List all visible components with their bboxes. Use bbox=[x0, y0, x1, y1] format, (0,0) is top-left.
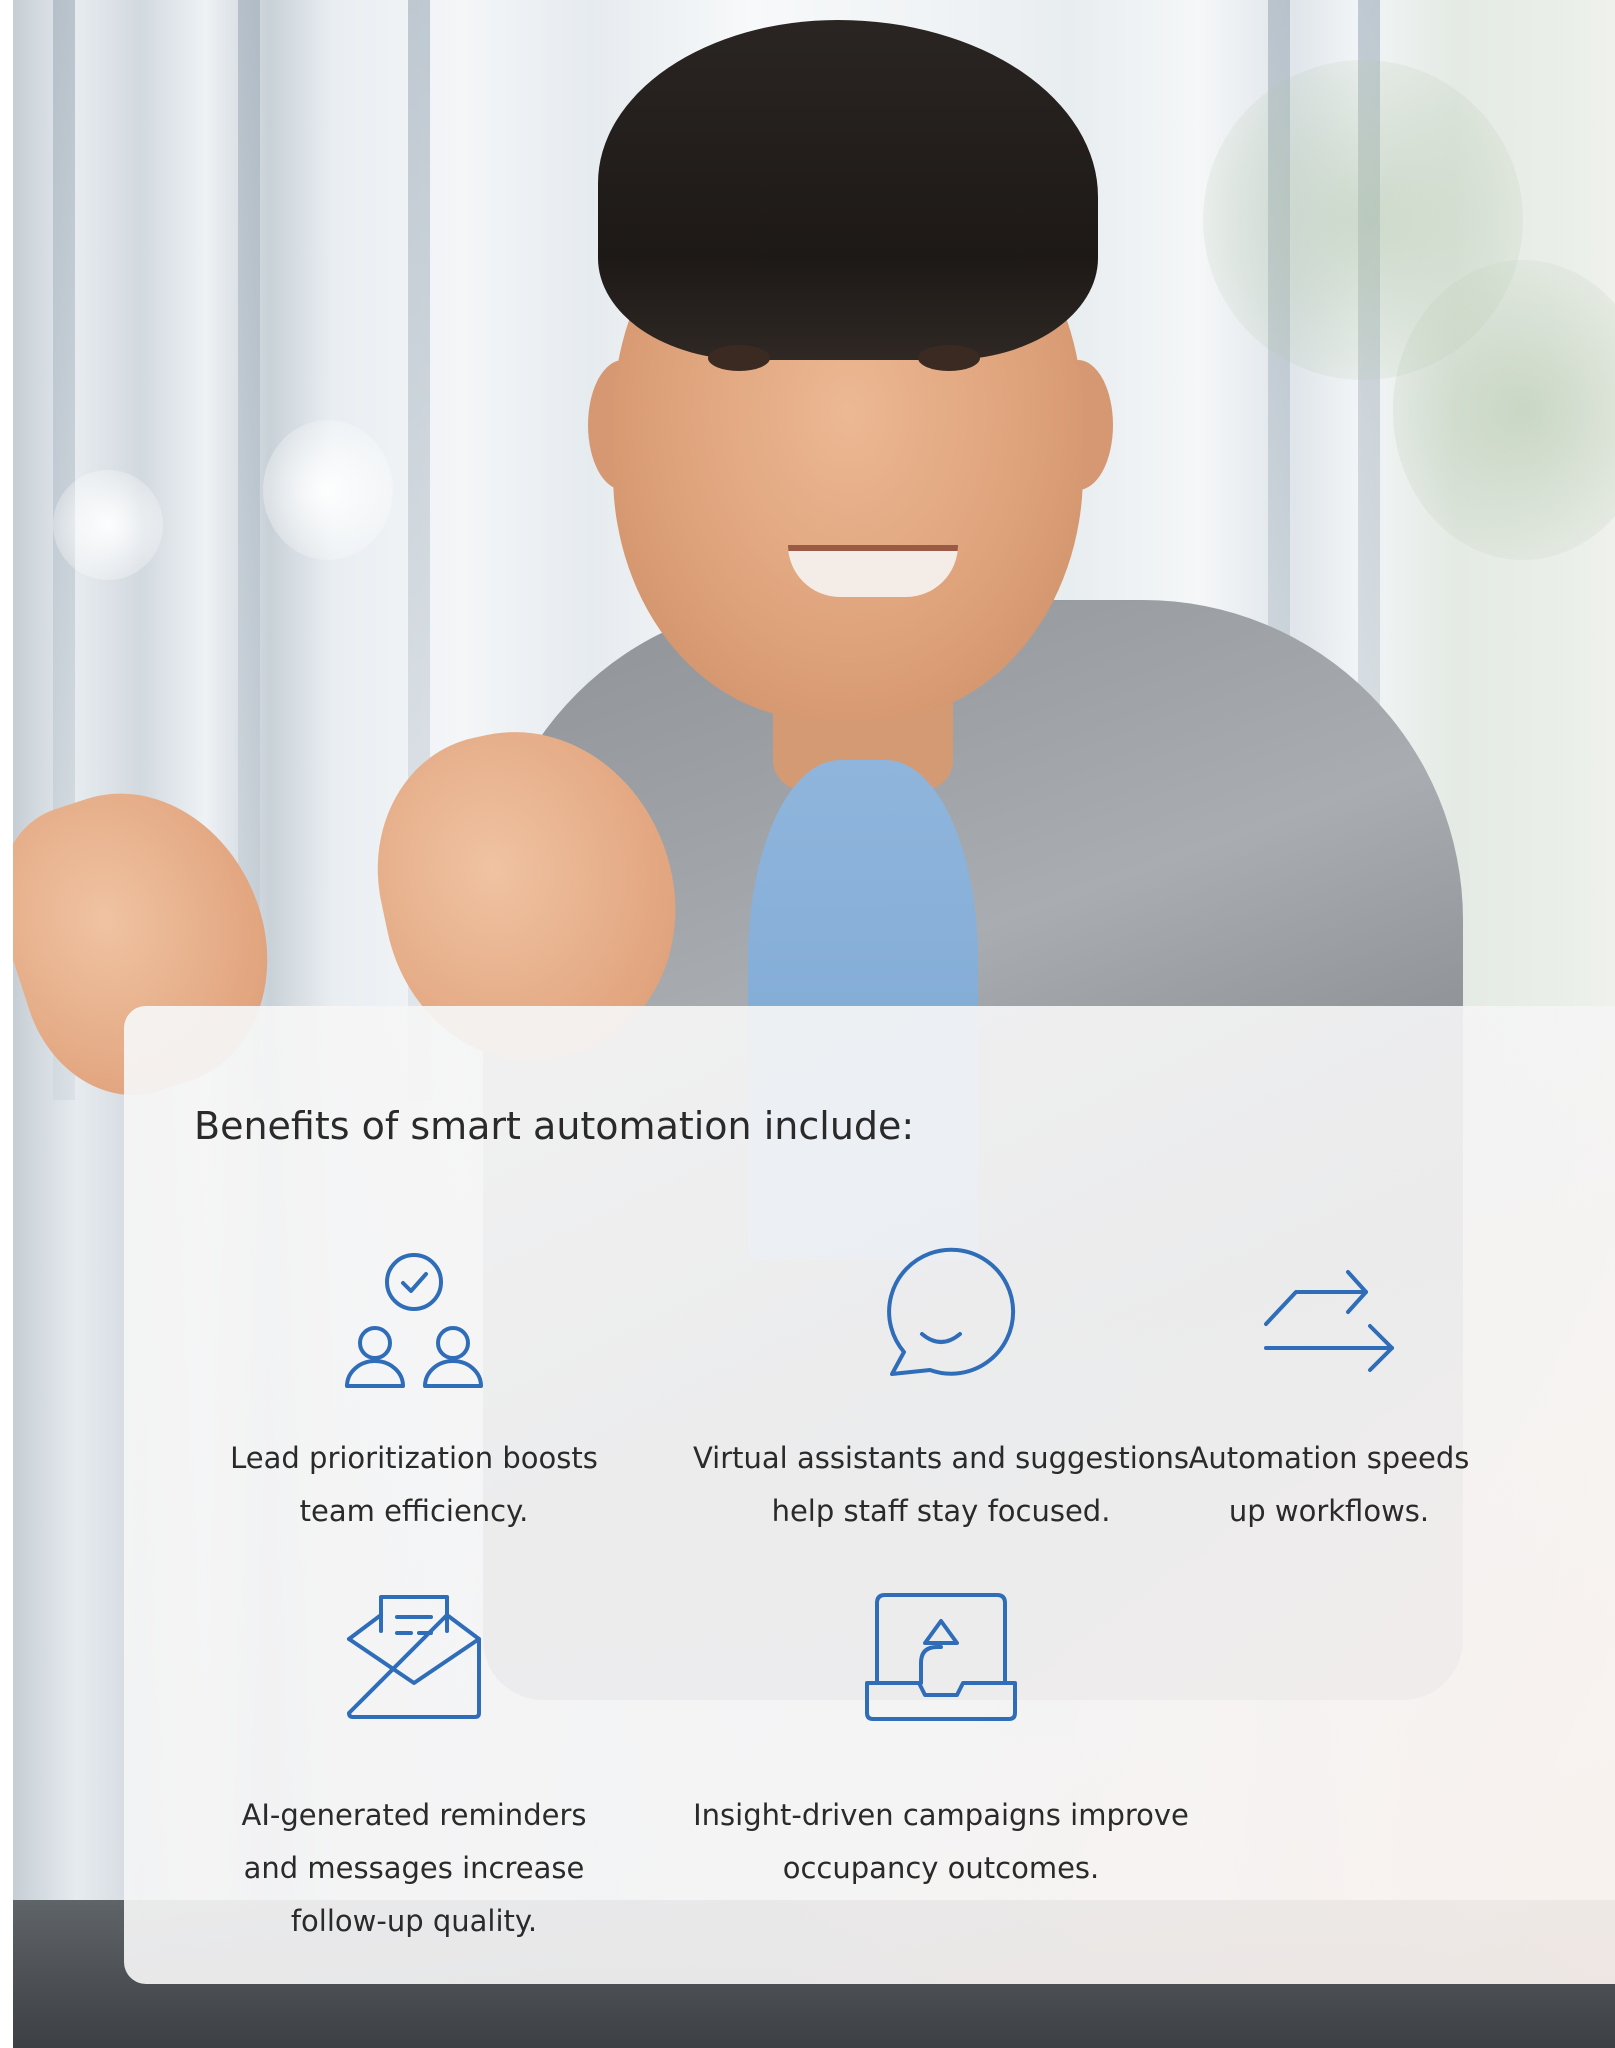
benefit-label: AI-generated reminders and messages incr… bbox=[241, 1798, 587, 1938]
team-check-icon bbox=[345, 1253, 483, 1388]
card-title: Benefits of smart automation include: bbox=[194, 1104, 915, 1148]
benefit-label: Lead prioritization boosts team efficien… bbox=[230, 1441, 598, 1528]
benefit-item: Insight-driven campaigns improve occupan… bbox=[681, 1591, 1201, 1895]
benefits-card: Benefits of smart automation include: Le… bbox=[124, 1006, 1615, 1984]
bokeh-light bbox=[53, 470, 163, 580]
benefit-label: Insight-driven campaigns improve occupan… bbox=[693, 1798, 1189, 1885]
benefit-label: Automation speeds up workflows. bbox=[1188, 1441, 1470, 1528]
person-eye bbox=[708, 345, 770, 371]
benefit-label: Virtual assistants and suggestions help … bbox=[692, 1441, 1190, 1528]
envelope-message-icon bbox=[347, 1595, 481, 1719]
person-mouth bbox=[788, 545, 958, 597]
chat-bubble-smile-icon bbox=[887, 1247, 1016, 1376]
bokeh-light bbox=[263, 420, 393, 560]
person-eye bbox=[918, 345, 980, 371]
workflow-arrows-icon bbox=[1264, 1270, 1394, 1372]
person-hair bbox=[598, 20, 1098, 360]
upload-tray-icon bbox=[865, 1593, 1017, 1721]
benefit-item: Lead prioritization boosts team efficien… bbox=[154, 1246, 674, 1538]
benefit-item: Automation speeds up workflows. bbox=[1139, 1246, 1519, 1538]
benefit-item: Virtual assistants and suggestions help … bbox=[681, 1246, 1201, 1538]
benefit-item: AI-generated reminders and messages incr… bbox=[154, 1591, 674, 1948]
